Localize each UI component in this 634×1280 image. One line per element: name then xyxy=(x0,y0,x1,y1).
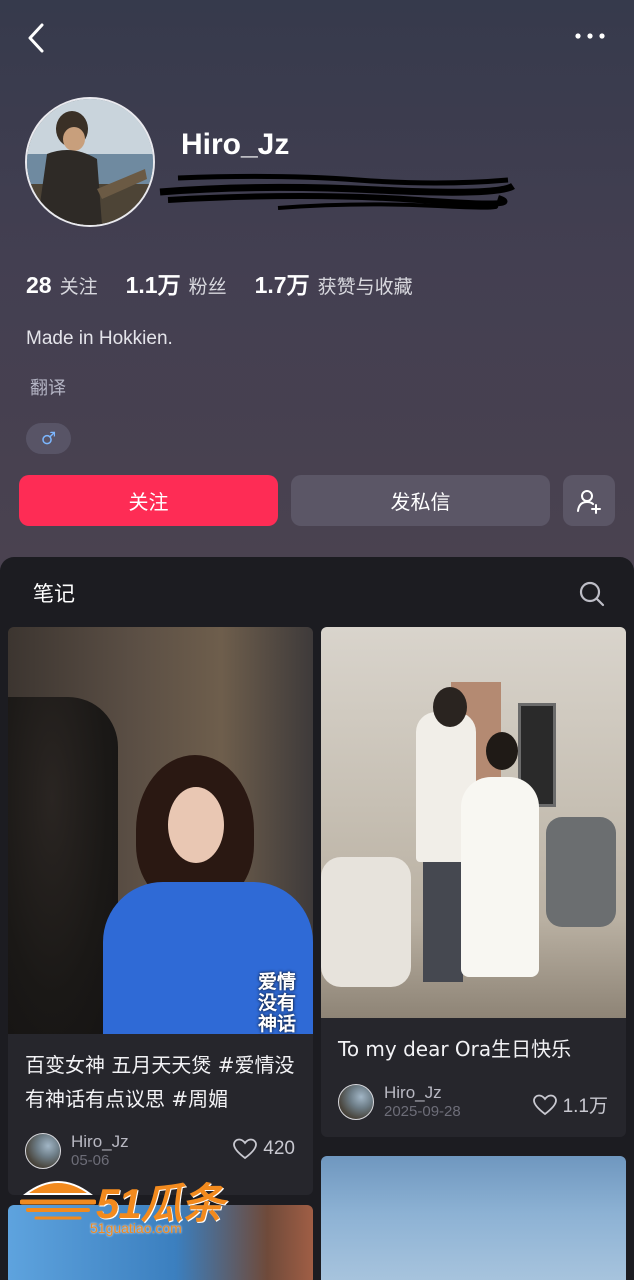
stat-likes-label: 获赞与收藏 xyxy=(317,276,413,298)
like-count: 1.1万 xyxy=(562,1096,608,1117)
cover-subject-legs xyxy=(423,857,463,982)
follow-button-label: 关注 xyxy=(128,490,169,514)
heart-icon xyxy=(532,1094,557,1115)
cover-subject-head xyxy=(486,732,518,770)
note-date: 05-06 xyxy=(71,1152,110,1169)
author-avatar xyxy=(338,1084,374,1120)
username: Hiro_Jz xyxy=(181,128,290,161)
note-card[interactable]: 爱情没有神话 百变女神 五月天天煲 #爱情没有神话有点议思 #周媚 Hiro_J… xyxy=(8,627,313,1195)
stat-following[interactable]: 28 关注 xyxy=(26,272,98,299)
cover-caption-overlay: 爱情没有神话 xyxy=(258,971,297,1035)
like-button[interactable]: 1.1万 xyxy=(532,1091,608,1118)
cover-chair xyxy=(321,857,411,987)
avatar-painting-icon xyxy=(27,99,153,225)
ellipsis-icon xyxy=(575,33,605,39)
profile-bio: Made in Hokkien. xyxy=(26,328,173,349)
follow-button[interactable]: 关注 xyxy=(19,475,278,526)
note-date: 2025-09-28 xyxy=(384,1103,461,1120)
note-author[interactable]: Hiro_Jz 2025-09-28 xyxy=(338,1083,461,1121)
notes-search-button[interactable] xyxy=(576,578,608,610)
author-avatar xyxy=(25,1133,61,1169)
watermark-logo: 51瓜条 51guatiao.com xyxy=(20,1170,250,1240)
note-title: To my dear Ora生日快乐 xyxy=(338,1037,572,1061)
stat-likes-value: 1.7万 xyxy=(254,272,310,298)
redacted-id-scribble xyxy=(159,173,515,210)
note-cover-image xyxy=(321,1156,626,1280)
note-author[interactable]: Hiro_Jz 05-06 xyxy=(25,1132,129,1170)
search-icon xyxy=(579,581,605,607)
translate-link[interactable]: 翻译 xyxy=(30,374,66,400)
profile-avatar[interactable] xyxy=(25,97,155,227)
gender-badge: ♂ xyxy=(26,423,71,454)
male-icon: ♂ xyxy=(40,428,57,449)
add-friend-button[interactable] xyxy=(563,475,615,526)
cover-chair xyxy=(546,817,616,927)
notes-tab[interactable]: 笔记 xyxy=(33,578,75,608)
add-user-icon xyxy=(577,489,601,514)
more-options-button[interactable] xyxy=(570,24,610,48)
stat-following-value: 28 xyxy=(26,272,52,298)
profile-stats: 28 关注 1.1万 粉丝 1.7万 获赞与收藏 xyxy=(26,266,441,300)
stat-followers[interactable]: 1.1万 粉丝 xyxy=(126,266,227,300)
back-button[interactable] xyxy=(20,20,56,56)
like-button[interactable]: 420 xyxy=(233,1138,295,1160)
message-button-label: 发私信 xyxy=(390,490,451,514)
cover-subject-dress xyxy=(461,777,539,977)
like-count: 420 xyxy=(263,1138,295,1159)
stat-followers-label: 粉丝 xyxy=(188,276,227,298)
note-cover-image: 爱情没有神话 xyxy=(8,627,313,1035)
author-name: Hiro_Jz xyxy=(384,1083,442,1102)
stat-likes[interactable]: 1.7万 获赞与收藏 xyxy=(255,266,413,300)
chevron-left-icon xyxy=(28,23,44,53)
note-card[interactable] xyxy=(321,1156,626,1280)
cover-subject-head xyxy=(433,687,467,727)
heart-icon xyxy=(233,1138,258,1160)
note-card[interactable]: To my dear Ora生日快乐 Hiro_Jz 2025-09-28 1.… xyxy=(321,627,626,1137)
cover-subject-face xyxy=(168,787,224,863)
watermelon-logo-icon xyxy=(20,1181,96,1220)
author-name: Hiro_Jz xyxy=(71,1132,129,1151)
stat-following-label: 关注 xyxy=(59,276,98,298)
cover-foreground-blur xyxy=(8,697,118,1034)
note-title: 百变女神 五月天天煲 #爱情没有神话有点议思 #周媚 xyxy=(25,1053,295,1111)
stat-followers-value: 1.1万 xyxy=(125,272,181,298)
message-button[interactable]: 发私信 xyxy=(291,475,550,526)
watermark-url: 51guatiao.com xyxy=(90,1220,182,1236)
note-cover-image xyxy=(321,627,626,1018)
